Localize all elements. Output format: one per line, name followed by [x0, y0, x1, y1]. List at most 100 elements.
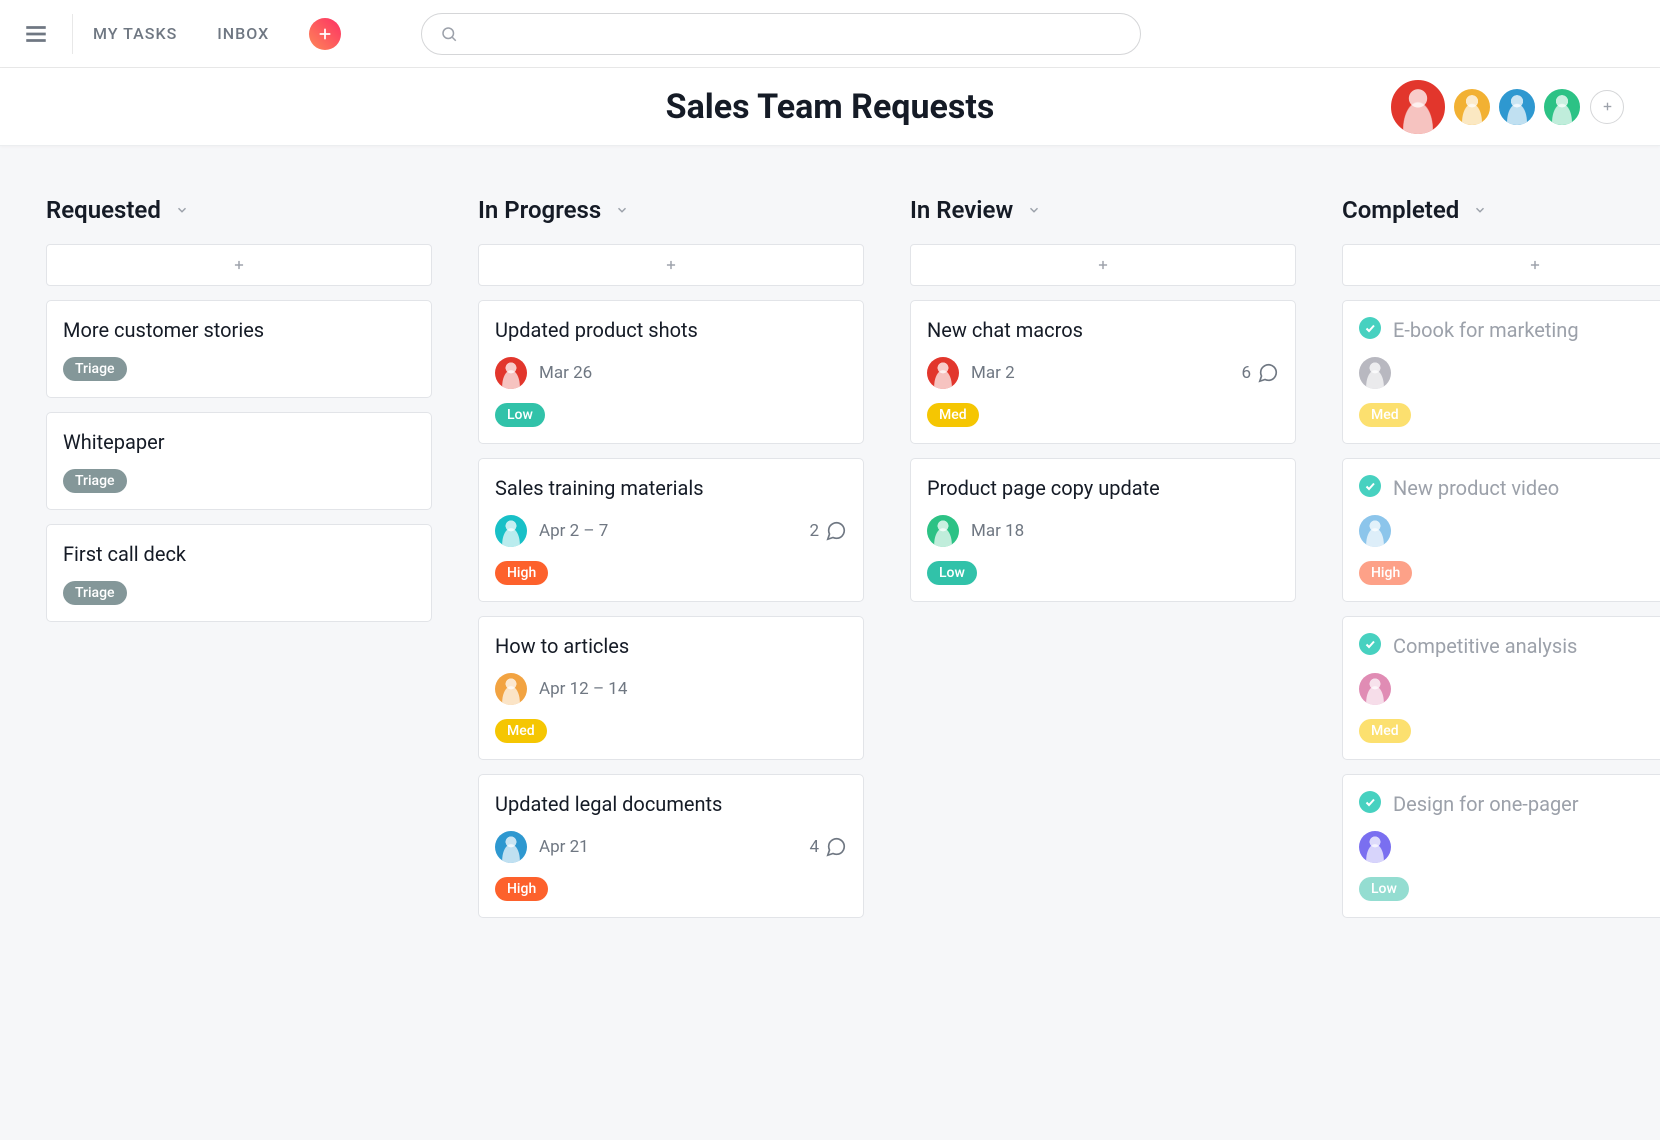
card-title: Updated legal documents	[495, 791, 722, 817]
assignee-avatar[interactable]	[1359, 831, 1391, 863]
assignee-avatar[interactable]	[495, 831, 527, 863]
task-card[interactable]: More customer stories Triage	[46, 300, 432, 398]
card-title: Competitive analysis	[1393, 633, 1577, 659]
assignee-avatar[interactable]	[1359, 673, 1391, 705]
priority-tag: Triage	[63, 357, 127, 381]
assignee-avatar[interactable]	[495, 673, 527, 705]
card-title: New product video	[1393, 475, 1559, 501]
chevron-down-icon	[1027, 203, 1041, 217]
assignee-avatar[interactable]	[927, 357, 959, 389]
task-card[interactable]: Whitepaper Triage	[46, 412, 432, 510]
menu-toggle-button[interactable]	[16, 14, 56, 54]
card-date: Mar 2	[971, 363, 1015, 383]
project-title: Sales Team Requests	[666, 87, 995, 127]
task-card[interactable]: How to articlesApr 12 – 14Med	[478, 616, 864, 760]
comment-icon	[1257, 362, 1279, 384]
task-card[interactable]: Updated legal documents Apr 21 4 High	[478, 774, 864, 918]
card-title: More customer stories	[63, 317, 264, 343]
add-member-button[interactable]	[1590, 90, 1624, 124]
column-header[interactable]: In Progress	[478, 196, 864, 224]
chevron-down-icon	[615, 203, 629, 217]
task-card[interactable]: New chat macros Mar 2 6 Med	[910, 300, 1296, 444]
board-column: RequestedMore customer storiesTriageWhit…	[46, 196, 432, 1090]
assignee-avatar[interactable]	[927, 515, 959, 547]
search-input[interactable]	[470, 25, 1122, 43]
member-avatar[interactable]	[1542, 87, 1582, 127]
assignee-avatar[interactable]	[1359, 515, 1391, 547]
add-card-button[interactable]	[46, 244, 432, 286]
global-add-button[interactable]	[309, 18, 341, 50]
card-title: Product page copy update	[927, 475, 1160, 501]
plus-icon	[1528, 258, 1542, 272]
add-card-button[interactable]	[478, 244, 864, 286]
card-title: Design for one-pager	[1393, 791, 1579, 817]
chevron-down-icon	[1473, 203, 1487, 217]
priority-tag: High	[495, 877, 548, 901]
priority-tag: Med	[1359, 403, 1411, 427]
comment-count[interactable]: 6	[1241, 362, 1279, 384]
column-header[interactable]: Requested	[46, 196, 432, 224]
priority-tag: Low	[927, 561, 977, 585]
kanban-board: RequestedMore customer storiesTriageWhit…	[0, 146, 1660, 1140]
assignee-avatar[interactable]	[495, 357, 527, 389]
card-date: Mar 26	[539, 363, 592, 383]
column-header[interactable]: Completed	[1342, 196, 1660, 224]
add-card-button[interactable]	[910, 244, 1296, 286]
priority-tag: Low	[495, 403, 545, 427]
check-complete-icon	[1359, 791, 1381, 813]
column-title: Requested	[46, 196, 161, 224]
task-card[interactable]: Sales training materials Apr 2 – 7 2 High	[478, 458, 864, 602]
card-title: How to articles	[495, 633, 629, 659]
card-title: Sales training materials	[495, 475, 704, 501]
column-title: In Progress	[478, 196, 601, 224]
assignee-avatar[interactable]	[495, 515, 527, 547]
priority-tag: High	[1359, 561, 1412, 585]
board-column: In Review New chat macros Mar 2 6 Med Product…	[910, 196, 1296, 1090]
nav-inbox[interactable]: INBOX	[217, 24, 269, 43]
member-avatar[interactable]	[1497, 87, 1537, 127]
column-header[interactable]: In Review	[910, 196, 1296, 224]
member-avatar[interactable]	[1389, 78, 1447, 136]
divider	[72, 14, 73, 54]
plus-icon	[318, 27, 332, 41]
hamburger-icon	[23, 21, 49, 47]
project-header: Sales Team Requests	[0, 68, 1660, 146]
priority-tag: Triage	[63, 581, 127, 605]
task-card[interactable]: New product video High	[1342, 458, 1660, 602]
task-card[interactable]: E-book for marketing Med	[1342, 300, 1660, 444]
card-title: E-book for marketing	[1393, 317, 1579, 343]
priority-tag: Low	[1359, 877, 1409, 901]
card-date: Apr 21	[539, 837, 589, 857]
comment-count[interactable]: 2	[809, 520, 847, 542]
priority-tag: Med	[1359, 719, 1411, 743]
comment-icon	[825, 520, 847, 542]
card-title: New chat macros	[927, 317, 1083, 343]
plus-icon	[1601, 100, 1614, 113]
plus-icon	[232, 258, 246, 272]
card-title: First call deck	[63, 541, 186, 567]
card-title: Updated product shots	[495, 317, 698, 343]
card-date: Apr 2 – 7	[539, 521, 608, 541]
nav-my-tasks[interactable]: MY TASKS	[93, 24, 177, 43]
priority-tag: Med	[927, 403, 979, 427]
task-card[interactable]: Design for one-pager Low	[1342, 774, 1660, 918]
check-complete-icon	[1359, 633, 1381, 655]
priority-tag: High	[495, 561, 548, 585]
check-complete-icon	[1359, 475, 1381, 497]
add-card-button[interactable]	[1342, 244, 1660, 286]
member-avatar[interactable]	[1452, 87, 1492, 127]
comment-count[interactable]: 4	[809, 836, 847, 858]
task-card[interactable]: Product page copy updateMar 18Low	[910, 458, 1296, 602]
priority-tag: Triage	[63, 469, 127, 493]
task-card[interactable]: First call deck Triage	[46, 524, 432, 622]
assignee-avatar[interactable]	[1359, 357, 1391, 389]
check-complete-icon	[1359, 317, 1381, 339]
task-card[interactable]: Updated product shots Mar 26 Low	[478, 300, 864, 444]
task-card[interactable]: Competitive analysis Med	[1342, 616, 1660, 760]
card-title: Whitepaper	[63, 429, 165, 455]
search-field[interactable]	[421, 13, 1141, 55]
search-icon	[440, 25, 458, 43]
board-column: In Progress Updated product shots Mar 26 Lo…	[478, 196, 864, 1090]
chevron-down-icon	[175, 203, 189, 217]
comment-icon	[825, 836, 847, 858]
